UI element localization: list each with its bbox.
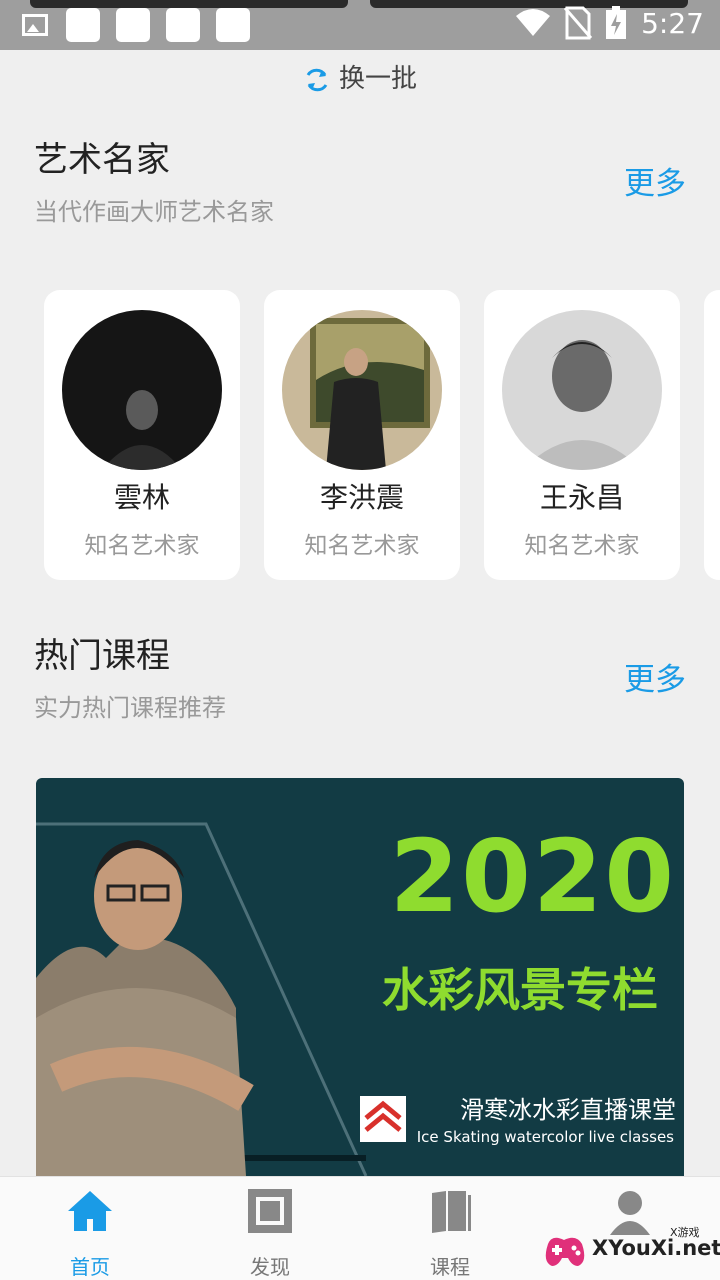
book-icon: [432, 1191, 471, 1233]
banner-title: 水彩风景专栏: [382, 963, 658, 1017]
app-notification-icon: [116, 8, 150, 42]
discover-icon: [248, 1189, 292, 1233]
banner-brand: 滑寒冰水彩直播课堂: [460, 1096, 676, 1124]
artist-card-partial[interactable]: [704, 290, 720, 580]
artist-name: 雲林: [113, 481, 170, 514]
nav-discover-label: 发现: [250, 1255, 290, 1279]
banner-year: 2020: [389, 818, 676, 935]
refresh-icon: [306, 68, 328, 91]
courses-section-subtitle: 实力热门课程推荐: [34, 694, 226, 722]
app-notification-icon: [166, 8, 200, 42]
no-sim-icon: [563, 6, 593, 40]
artist-name: 王永昌: [539, 481, 624, 514]
gamepad-logo-icon: [545, 1237, 585, 1266]
status-bar: 5:27: [0, 0, 720, 50]
artist-card[interactable]: 李洪震 知名艺术家: [264, 290, 460, 580]
nav-discover[interactable]: 发现: [180, 1177, 360, 1280]
artist-role: 知名艺术家: [84, 533, 200, 559]
home-icon: [68, 1191, 112, 1231]
nav-home-label: 首页: [70, 1255, 110, 1279]
wifi-icon: [516, 9, 551, 36]
app-notification-icon: [66, 8, 100, 42]
artist-avatar: [282, 310, 442, 470]
gallery-notification-icon: [22, 14, 48, 36]
courses-section-title: 热门课程: [34, 636, 170, 676]
clock: 5:27: [641, 6, 704, 40]
courses-more-link[interactable]: 更多: [624, 654, 686, 699]
nav-courses-label: 课程: [430, 1255, 470, 1279]
notification-icons: [22, 8, 266, 42]
artist-card[interactable]: 雲林 知名艺术家: [44, 290, 240, 580]
artist-avatar: [62, 310, 222, 470]
artist-role: 知名艺术家: [524, 533, 640, 559]
battery-charging-icon: [606, 6, 627, 39]
nav-home[interactable]: 首页: [0, 1177, 180, 1280]
refresh-label: 换一批: [338, 64, 417, 94]
app-notification-icon: [216, 8, 250, 42]
refresh-batch-button[interactable]: 换一批: [0, 58, 720, 95]
artist-name: 李洪震: [319, 481, 404, 514]
course-banner[interactable]: 2020 水彩风景专栏 滑寒冰水彩直播课堂 Ice Skating waterc…: [36, 778, 684, 1176]
artist-card[interactable]: 王永昌 知名艺术家: [484, 290, 680, 580]
artist-role: 知名艺术家: [304, 533, 420, 559]
artist-avatar: [502, 310, 662, 470]
watermark-text: XYouXi.net: [592, 1236, 720, 1260]
banner-brand-en: Ice Skating watercolor live classes: [416, 1128, 674, 1146]
artists-section-subtitle: 当代作画大师艺术名家: [34, 198, 274, 226]
site-watermark: X游戏 XYouXi.net: [542, 1222, 720, 1276]
artists-more-link[interactable]: 更多: [624, 158, 686, 203]
nav-courses[interactable]: 课程: [360, 1177, 540, 1280]
system-icons: 5:27: [515, 6, 704, 40]
artists-section-title: 艺术名家: [34, 140, 170, 180]
